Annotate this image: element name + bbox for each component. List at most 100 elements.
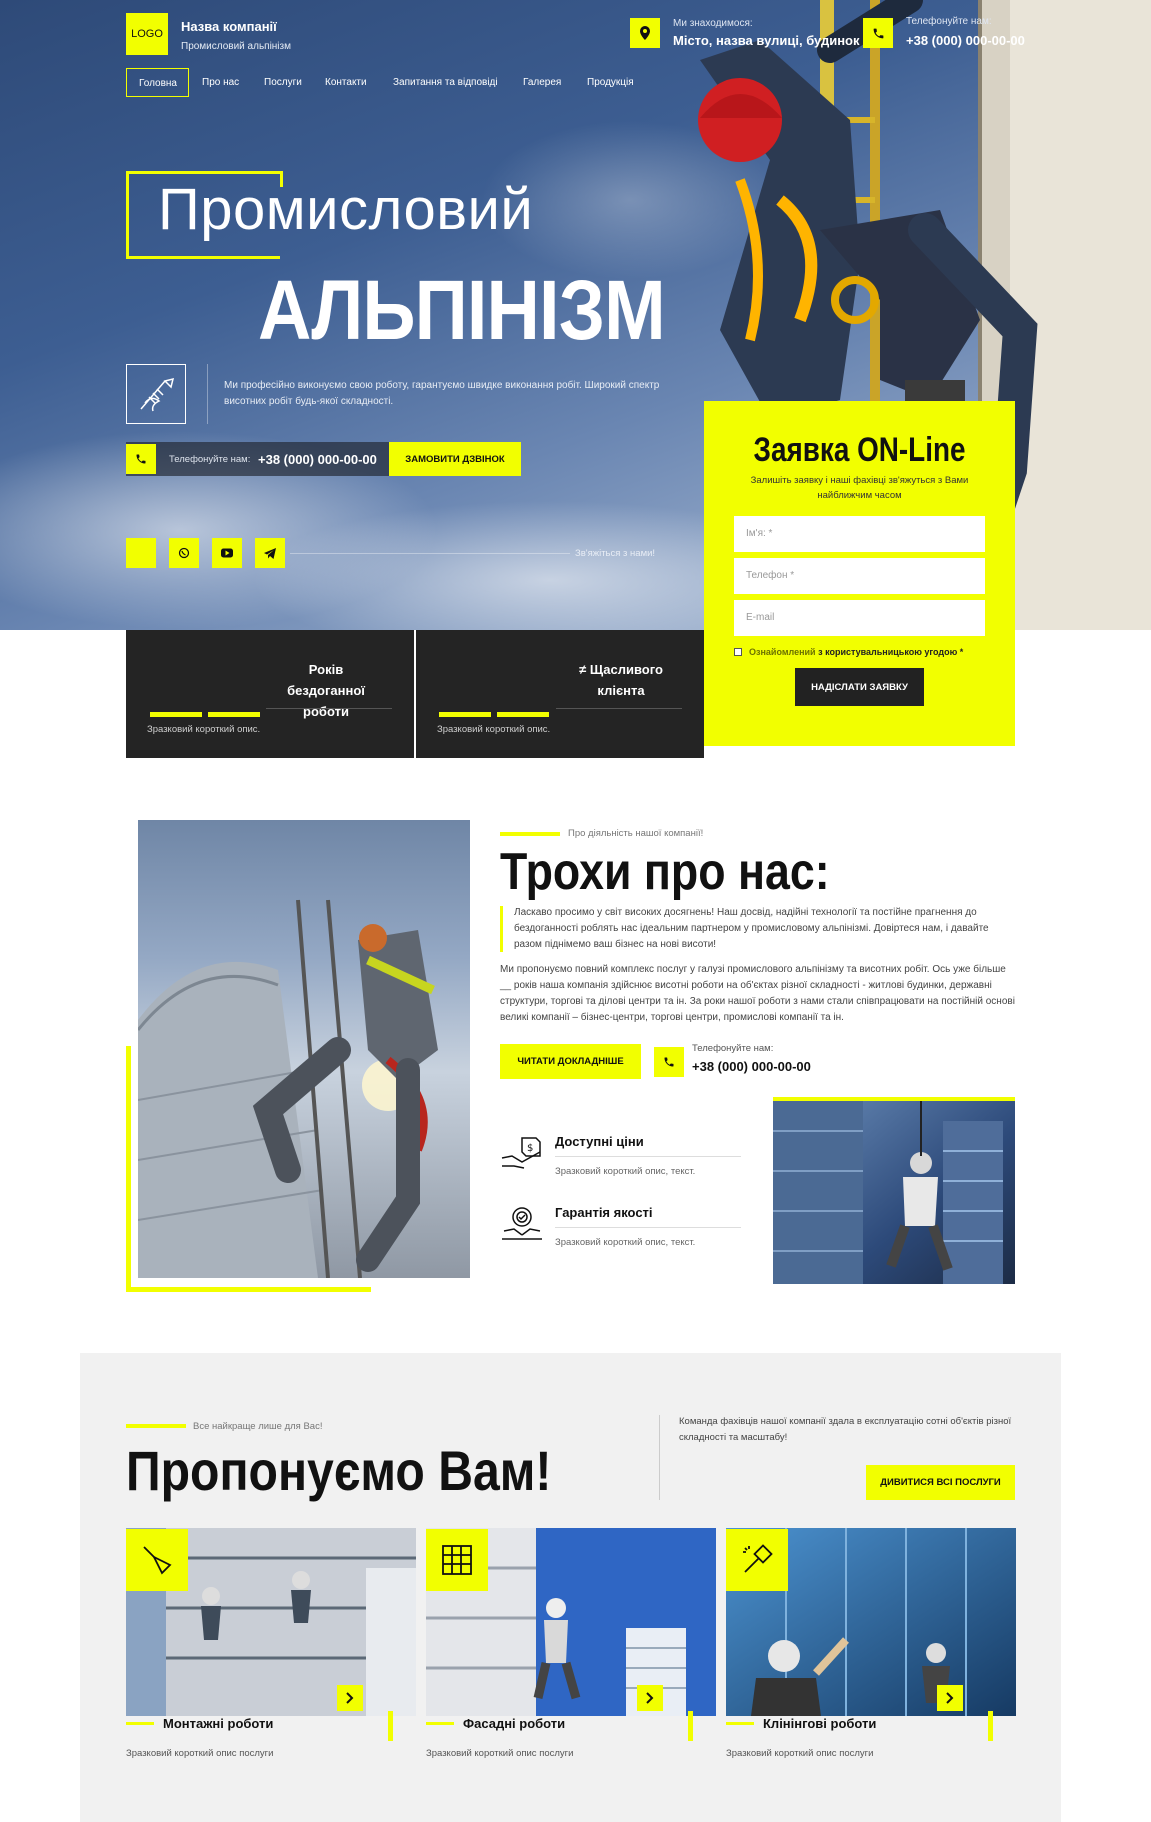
location-value: Місто, назва вулиці, будинок xyxy=(673,33,860,48)
eyebrow-bar xyxy=(126,1424,186,1428)
service-title[interactable]: Клінінгові роботи xyxy=(763,1716,876,1731)
stat-bar xyxy=(439,712,491,717)
about-text: Ми пропонуємо повний комплекс послуг у г… xyxy=(500,964,1015,1023)
online-request-form: Заявка ON-Line Залишіть заявку і наші фа… xyxy=(704,401,1015,746)
nav-contacts[interactable]: Контакти xyxy=(313,68,379,97)
offers-title: Пропонуємо Вам! xyxy=(126,1439,552,1502)
stat-desc: Зразковий короткий опис. xyxy=(437,724,551,735)
hero-title-line1: Промисловий xyxy=(158,177,534,242)
whatsapp-icon[interactable] xyxy=(169,538,199,568)
quality-badge-icon xyxy=(500,1203,544,1248)
phone-icon xyxy=(126,444,156,474)
telegram-icon[interactable] xyxy=(255,538,285,568)
stat-card: ≠ Щасливого клієнта Зразковий короткий о… xyxy=(416,630,704,758)
trowel-icon xyxy=(126,1529,188,1591)
stat-card: Років бездоганної роботи Зразковий корот… xyxy=(126,630,414,758)
about-photo xyxy=(138,820,470,1278)
phone-field[interactable]: Телефон * xyxy=(734,558,985,594)
youtube-icon[interactable] xyxy=(212,538,242,568)
about-quote: Ласкаво просимо у світ високих досягнень… xyxy=(514,907,989,950)
company-tagline: Промисловий альпінізм xyxy=(181,41,291,52)
logo[interactable]: LOGO xyxy=(126,13,168,55)
agree-link[interactable]: Ознайомлений xyxy=(749,647,816,657)
chevron-right-icon[interactable] xyxy=(337,1685,363,1711)
agree-text: з користувальницькою угодою * xyxy=(815,647,964,657)
svg-text:$: $ xyxy=(527,1143,533,1154)
stat-bar xyxy=(497,712,549,717)
offers-side-text: Команда фахівців нашої компанії здала в … xyxy=(679,1416,1012,1443)
divider xyxy=(266,708,392,709)
service-title[interactable]: Фасадні роботи xyxy=(463,1716,565,1731)
feature-title: Гарантія якості xyxy=(555,1205,653,1220)
cleaning-icon xyxy=(726,1529,788,1591)
nav-home[interactable]: Головна xyxy=(126,68,189,97)
stat-bar xyxy=(150,712,202,717)
form-subtitle: Залишіть заявку і наші фахівці зв'яжутьс… xyxy=(750,475,969,501)
decor-frame xyxy=(126,1287,371,1292)
decor-bar xyxy=(388,1711,393,1741)
about-title: Трохи про нас: xyxy=(500,843,830,901)
hero-lead: Ми професійно виконуємо свою роботу, гар… xyxy=(224,380,660,407)
stat-title: ≠ Щасливого клієнта xyxy=(579,662,663,698)
nav-faq[interactable]: Запитання та відповіді xyxy=(381,68,510,97)
view-all-services-button[interactable]: ДИВИТИСЯ ВСІ ПОСЛУГИ xyxy=(866,1465,1015,1500)
form-title: Заявка ON-Line xyxy=(753,431,966,469)
hero-call-label: Телефонуйте нам: xyxy=(169,454,251,465)
divider xyxy=(556,708,682,709)
email-field[interactable]: E-mail xyxy=(734,600,985,636)
submit-request-button[interactable]: НАДІСЛАТИ ЗАЯВКУ xyxy=(795,668,924,706)
service-desc: Зразковий короткий опис послуги xyxy=(126,1748,274,1759)
phone-icon xyxy=(654,1047,684,1077)
phone-icon xyxy=(863,18,893,48)
decor-bar xyxy=(688,1711,693,1741)
divider xyxy=(659,1415,660,1500)
social-button[interactable] xyxy=(126,538,156,568)
name-field[interactable]: Ім'я: * xyxy=(734,516,985,552)
about-phone-label: Телефонуйте нам: xyxy=(692,1043,774,1054)
chevron-right-icon[interactable] xyxy=(937,1685,963,1711)
divider xyxy=(555,1156,741,1157)
climbing-gear-icon xyxy=(126,364,186,424)
about-phone-value[interactable]: +38 (000) 000-00-00 xyxy=(692,1059,811,1074)
agree-label: Ознайомлений з користувальницькою угодою… xyxy=(749,647,963,657)
scaffold-icon xyxy=(426,1529,488,1591)
nav-services[interactable]: Послуги xyxy=(252,68,314,97)
stat-desc: Зразковий короткий опис. xyxy=(147,724,261,735)
feature-title: Доступні ціни xyxy=(555,1134,644,1149)
agree-checkbox[interactable] xyxy=(734,648,742,656)
feature-text: Зразковий короткий опис, текст. xyxy=(555,1237,696,1248)
header-phone-value[interactable]: +38 (000) 000-00-00 xyxy=(906,33,1025,48)
title-bar xyxy=(426,1722,454,1725)
nav-about[interactable]: Про нас xyxy=(190,68,251,97)
stat-bar xyxy=(208,712,260,717)
chevron-right-icon[interactable] xyxy=(637,1685,663,1711)
price-tag-icon: $ xyxy=(500,1134,544,1175)
read-more-button[interactable]: ЧИТАТИ ДОКЛАДНІШЕ xyxy=(500,1044,641,1079)
divider xyxy=(207,364,208,424)
nav-products[interactable]: Продукція xyxy=(575,68,646,97)
about-eyebrow: Про діяльність нашої компанії! xyxy=(568,828,704,839)
order-call-button[interactable]: ЗАМОВИТИ ДЗВІНОК xyxy=(389,442,521,476)
title-bar xyxy=(726,1722,754,1725)
eyebrow-bar xyxy=(500,832,560,836)
decor-bar xyxy=(988,1711,993,1741)
title-bar xyxy=(126,1722,154,1725)
quote-bar xyxy=(500,906,503,952)
nav-gallery[interactable]: Галерея xyxy=(511,68,573,97)
hero-title-line2: АЛЬПІНІЗМ xyxy=(258,263,666,357)
contact-us-text: Зв'яжіться з нами! xyxy=(575,548,656,559)
location-pin-icon xyxy=(630,18,660,48)
offers-eyebrow: Все найкраще лише для Вас! xyxy=(193,1421,323,1432)
hero-call-phone[interactable]: +38 (000) 000-00-00 xyxy=(258,452,377,467)
service-desc: Зразковий короткий опис послуги xyxy=(726,1748,874,1759)
location-label: Ми знаходимося: xyxy=(673,18,753,29)
feature-text: Зразковий короткий опис, текст. xyxy=(555,1166,696,1177)
divider xyxy=(290,553,570,554)
company-name: Назва компанії xyxy=(181,19,277,34)
service-title[interactable]: Монтажні роботи xyxy=(163,1716,273,1731)
window-cleaner-photo xyxy=(773,1101,1015,1284)
service-desc: Зразковий короткий опис послуги xyxy=(426,1748,574,1759)
divider xyxy=(555,1227,741,1228)
header-phone-label: Телефонуйте нам: xyxy=(906,16,992,27)
stat-title: Років бездоганної роботи xyxy=(287,662,365,719)
